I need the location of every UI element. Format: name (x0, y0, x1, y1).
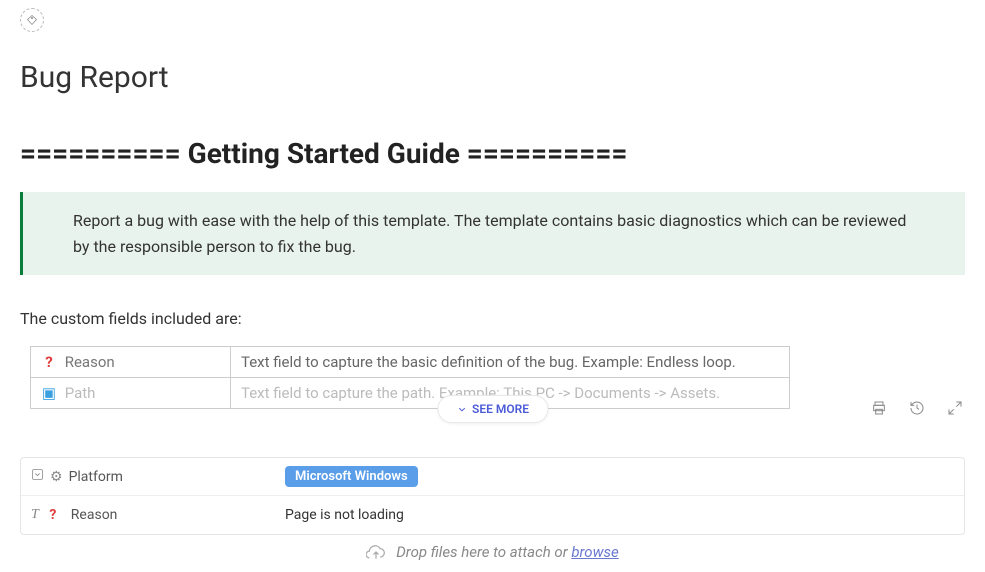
expand-button[interactable] (947, 400, 963, 416)
field-name: Path (65, 384, 96, 402)
table-row: ? Reason Text field to capture the basic… (31, 347, 790, 378)
guide-heading: ========== Getting Started Guide =======… (20, 137, 965, 170)
path-icon: ▣ (41, 384, 57, 402)
reason-value[interactable]: Page is not loading (271, 501, 964, 529)
field-label: Platform (69, 469, 123, 485)
cloud-upload-icon (366, 542, 386, 562)
print-button[interactable] (871, 400, 887, 416)
question-icon: ? (45, 507, 61, 523)
form-card: ⚙ Platform Microsoft Windows T ? Reason … (20, 457, 965, 535)
tag-circle-button[interactable] (20, 8, 44, 32)
gear-icon: ⚙ (50, 469, 63, 485)
field-label: Reason (71, 507, 118, 523)
dropdown-type-icon (31, 468, 44, 485)
text-type-icon: T (31, 507, 39, 523)
form-row-platform[interactable]: ⚙ Platform Microsoft Windows (21, 458, 964, 496)
custom-fields-intro: The custom fields included are: (20, 309, 965, 328)
intro-callout: Report a bug with ease with the help of … (20, 192, 965, 275)
field-name: Reason (65, 353, 115, 371)
history-button[interactable] (909, 400, 925, 416)
custom-fields-table: ? Reason Text field to capture the basic… (30, 346, 790, 409)
field-desc: Text field to capture the basic definiti… (231, 347, 790, 378)
browse-link[interactable]: browse (571, 543, 618, 561)
question-icon: ? (41, 353, 57, 371)
page-title: Bug Report (20, 60, 965, 95)
table-row: ▣ Path Text field to capture the path. E… (31, 378, 790, 409)
platform-badge[interactable]: Microsoft Windows (285, 466, 418, 487)
see-more-button[interactable]: SEE MORE (437, 395, 548, 423)
file-drop-text: Drop files here to attach or (396, 543, 571, 561)
expand-icon (947, 400, 963, 416)
form-row-reason[interactable]: T ? Reason Page is not loading (21, 496, 964, 534)
see-more-label: SEE MORE (472, 402, 529, 416)
tag-icon (26, 14, 38, 26)
history-icon (909, 400, 925, 416)
print-icon (871, 400, 887, 416)
file-drop-area[interactable]: Drop files here to attach or browse (0, 542, 985, 562)
chevron-down-icon (456, 404, 467, 415)
